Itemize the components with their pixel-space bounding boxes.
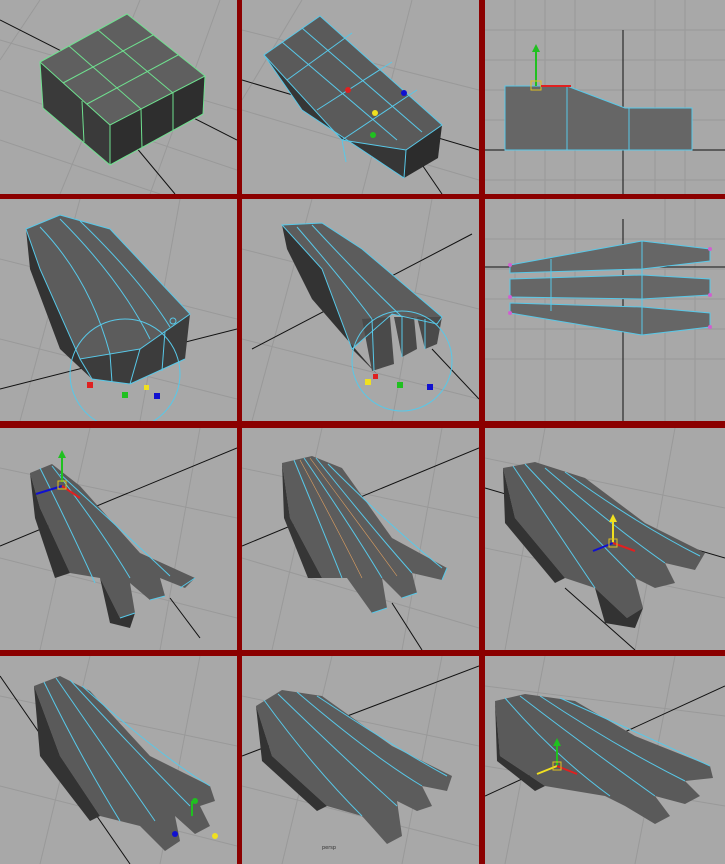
viewport-step-12[interactable] xyxy=(485,656,725,864)
extruded-box-icon xyxy=(242,0,479,194)
top-fingers-icon xyxy=(485,199,725,421)
viewport-step-2[interactable] xyxy=(242,0,479,194)
hand-detailed-icon: persp xyxy=(242,656,479,864)
viewport-step-8[interactable] xyxy=(242,428,479,650)
hand-refined-icon xyxy=(0,656,237,864)
hand-final-icon xyxy=(485,656,725,864)
hand-tilted-icon xyxy=(485,428,725,650)
viewport-step-10[interactable] xyxy=(0,656,237,864)
hand-fingers-icon xyxy=(0,428,237,650)
viewport-step-1[interactable] xyxy=(0,0,237,194)
viewport-step-7[interactable] xyxy=(0,428,237,650)
palm-block-icon xyxy=(0,199,237,421)
cube-box-icon xyxy=(0,0,237,194)
finger-extrude-icon xyxy=(242,199,479,421)
viewport-step-4[interactable] xyxy=(0,199,237,421)
viewport-step-3[interactable] xyxy=(485,0,725,194)
viewport-step-9[interactable] xyxy=(485,428,725,650)
viewport-label: persp xyxy=(322,845,336,851)
side-profile-icon xyxy=(485,0,725,194)
modeling-steps-sheet: persp xyxy=(0,0,725,864)
hand-smoothed-icon xyxy=(242,428,479,650)
viewport-step-5[interactable] xyxy=(242,199,479,421)
viewport-step-11[interactable]: persp xyxy=(242,656,479,864)
viewport-step-6[interactable] xyxy=(485,199,725,421)
